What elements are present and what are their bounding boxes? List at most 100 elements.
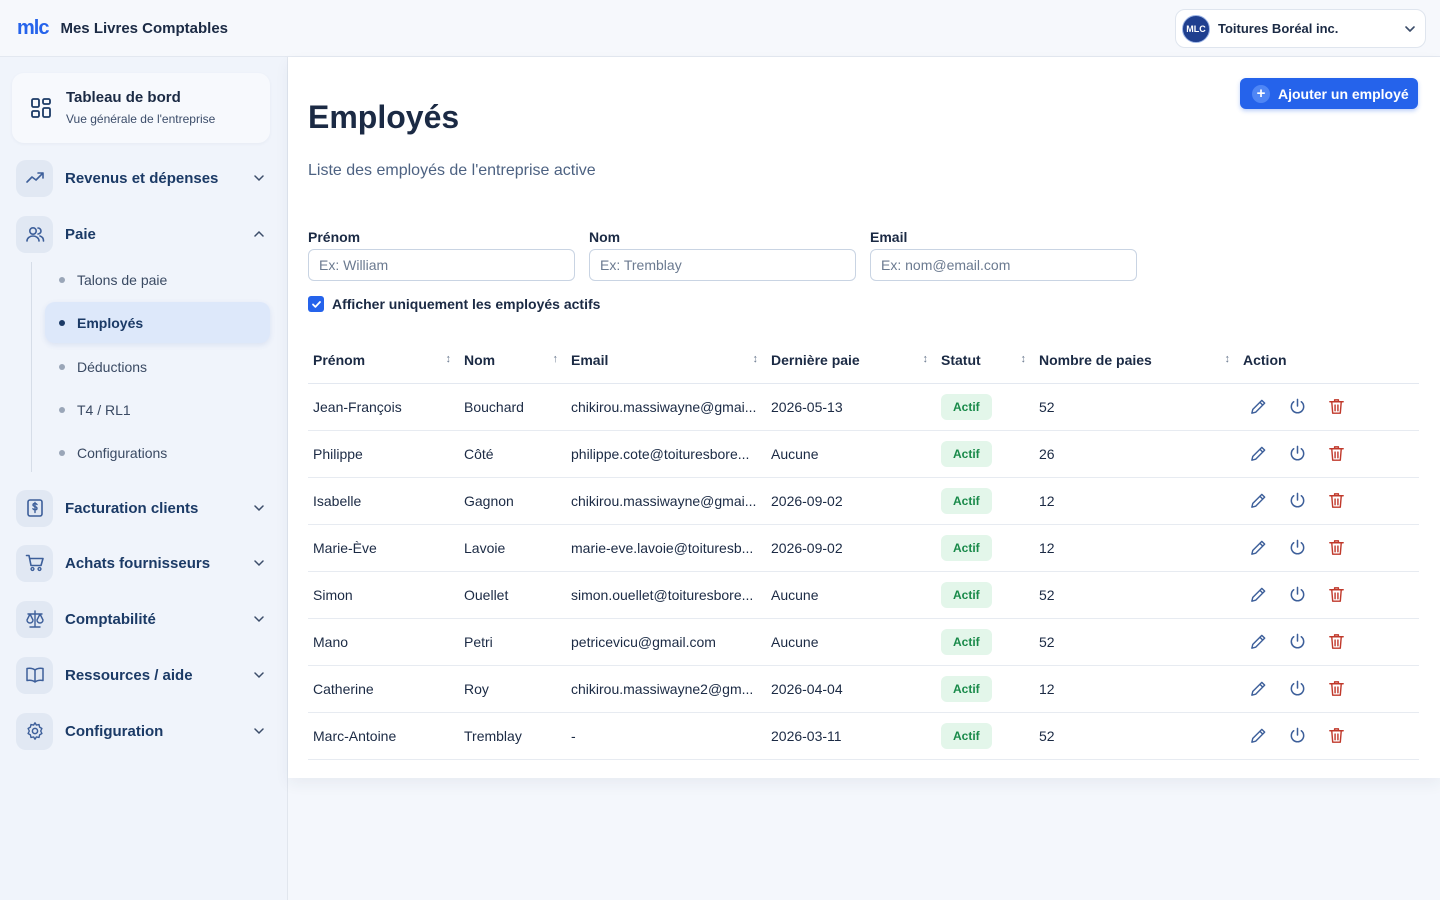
last-name-input[interactable] bbox=[589, 249, 856, 281]
edit-icon[interactable] bbox=[1249, 538, 1268, 557]
cell-statut: Actif bbox=[936, 571, 1034, 619]
brand[interactable]: mlc Mes Livres Comptables bbox=[17, 18, 228, 38]
edit-icon[interactable] bbox=[1249, 632, 1268, 651]
cell-nom: Lavoie bbox=[459, 524, 566, 572]
trash-icon[interactable] bbox=[1327, 538, 1346, 557]
col-header-email[interactable]: Email ↕ bbox=[566, 337, 766, 384]
sidebar-item-dashboard[interactable]: Tableau de bord Vue générale de l'entrep… bbox=[12, 73, 270, 143]
filter-label: Email bbox=[870, 229, 908, 245]
table-row[interactable]: Marie-Ève Lavoie marie-eve.lavoie@toitures… bbox=[308, 524, 1419, 572]
table-row[interactable]: Marc-Antoine Tremblay -2026-03-11 Actif 52 bbox=[308, 712, 1419, 760]
cell-nombre-paies: 12 bbox=[1034, 524, 1238, 572]
power-icon[interactable] bbox=[1288, 444, 1307, 463]
power-icon[interactable] bbox=[1288, 679, 1307, 698]
cell-prenom: Isabelle bbox=[308, 477, 459, 525]
chevron-down-icon bbox=[254, 560, 264, 567]
table-row[interactable]: Jean-François Bouchard chikirou.massiwayne… bbox=[308, 383, 1419, 431]
power-icon[interactable] bbox=[1288, 397, 1307, 416]
power-icon[interactable] bbox=[1288, 538, 1307, 557]
sidebar-item-configuration[interactable]: Configuration bbox=[16, 712, 272, 750]
trash-icon[interactable] bbox=[1327, 444, 1346, 463]
power-icon[interactable] bbox=[1288, 491, 1307, 510]
table-row[interactable]: Simon Ouellet simon.ouellet@toituresbore..… bbox=[308, 571, 1419, 619]
sidebar-item-comptabilite[interactable]: Comptabilité bbox=[16, 600, 272, 638]
check-icon bbox=[311, 300, 321, 308]
cell-email: petricevicu@gmail.com bbox=[566, 618, 766, 666]
edit-icon[interactable] bbox=[1249, 679, 1268, 698]
scale-icon bbox=[25, 610, 44, 628]
sidebar-item-label: Facturation clients bbox=[65, 499, 199, 517]
sidebar-item-paie[interactable]: Paie bbox=[16, 215, 272, 253]
company-selector[interactable]: MLC Toitures Boréal inc. bbox=[1175, 9, 1426, 48]
cell-actions bbox=[1238, 524, 1419, 572]
cell-nombre-paies: 12 bbox=[1034, 477, 1238, 525]
table-header-row: Prénom ↕ Nom ↑ Email ↕ Dernière paie ↕ Statu… bbox=[308, 337, 1419, 384]
edit-icon[interactable] bbox=[1249, 585, 1268, 604]
sidebar-item-employes[interactable]: Employés bbox=[45, 302, 270, 343]
edit-icon[interactable] bbox=[1249, 491, 1268, 510]
row-actions bbox=[1243, 585, 1419, 604]
sidebar-item-deductions[interactable]: Déductions bbox=[45, 346, 270, 387]
sidebar-item-label: Configurations bbox=[77, 444, 168, 461]
cell-nom: Gagnon bbox=[459, 477, 566, 525]
chevron-down-icon bbox=[254, 175, 264, 182]
col-header-nom[interactable]: Nom ↑ bbox=[459, 337, 566, 384]
table-row[interactable]: Catherine Roy chikirou.massiwayne2@gm... 20… bbox=[308, 665, 1419, 713]
active-only-checkbox[interactable] bbox=[308, 296, 324, 312]
cell-derniere-paie: 2026-09-02 bbox=[766, 524, 936, 572]
col-header-statut[interactable]: Statut ↕ bbox=[936, 337, 1034, 384]
sort-icon: ↕ bbox=[752, 353, 759, 365]
cell-nombre-paies: 52 bbox=[1034, 383, 1238, 431]
col-header-nombre-paies[interactable]: Nombre de paies ↕ bbox=[1034, 337, 1238, 384]
trash-icon[interactable] bbox=[1327, 679, 1346, 698]
col-header-prenom[interactable]: Prénom ↕ bbox=[308, 337, 459, 384]
sidebar-item-achats[interactable]: Achats fournisseurs bbox=[16, 544, 272, 582]
sidebar-item-t4-rl1[interactable]: T4 / RL1 bbox=[45, 389, 270, 430]
cell-email: chikirou.massiwayne@gmai... bbox=[566, 383, 766, 431]
col-header-action: Action bbox=[1238, 337, 1419, 384]
trash-icon[interactable] bbox=[1327, 397, 1346, 416]
table-row[interactable]: Isabelle Gagnon chikirou.massiwayne@gmai..… bbox=[308, 477, 1419, 525]
cell-derniere-paie: Aucune bbox=[766, 618, 936, 666]
row-actions bbox=[1243, 444, 1419, 463]
power-icon[interactable] bbox=[1288, 632, 1307, 651]
cell-nom: Côté bbox=[459, 430, 566, 478]
sidebar-item-revenus[interactable]: Revenus et dépenses bbox=[16, 159, 272, 197]
table-row[interactable]: Mano Petri petricevicu@gmail.com Aucune Acti… bbox=[308, 618, 1419, 666]
sidebar-item-ressources[interactable]: Ressources / aide bbox=[16, 656, 272, 694]
sidebar-item-label: Achats fournisseurs bbox=[65, 554, 211, 572]
email-input[interactable] bbox=[870, 249, 1137, 281]
sidebar-item-label: Employés bbox=[77, 314, 144, 331]
row-actions bbox=[1243, 679, 1419, 698]
trash-icon[interactable] bbox=[1327, 585, 1346, 604]
company-avatar: MLC bbox=[1182, 14, 1210, 43]
first-name-input[interactable] bbox=[308, 249, 575, 281]
cell-email: chikirou.massiwayne@gmai... bbox=[566, 477, 766, 525]
sidebar-item-label: Comptabilité bbox=[65, 610, 156, 628]
trash-icon[interactable] bbox=[1327, 726, 1346, 745]
status-badge: Actif bbox=[941, 393, 992, 420]
col-header-derniere-paie[interactable]: Dernière paie ↕ bbox=[766, 337, 936, 384]
trash-icon[interactable] bbox=[1327, 491, 1346, 510]
brand-logo: mlc bbox=[17, 17, 49, 39]
sort-icon: ↕ bbox=[445, 353, 452, 365]
cell-actions bbox=[1238, 477, 1419, 525]
sidebar-item-talons[interactable]: Talons de paie bbox=[45, 259, 270, 300]
trash-icon[interactable] bbox=[1327, 632, 1346, 651]
edit-icon[interactable] bbox=[1249, 726, 1268, 745]
cell-actions bbox=[1238, 430, 1419, 478]
edit-icon[interactable] bbox=[1249, 444, 1268, 463]
edit-icon[interactable] bbox=[1249, 397, 1268, 416]
cell-nom: Ouellet bbox=[459, 571, 566, 619]
cell-nombre-paies: 52 bbox=[1034, 712, 1238, 760]
sidebar-item-configurations[interactable]: Configurations bbox=[45, 432, 270, 473]
power-icon[interactable] bbox=[1288, 585, 1307, 604]
sidebar-item-facturation[interactable]: Facturation clients bbox=[16, 489, 272, 527]
filter-label: Nom bbox=[589, 229, 621, 245]
add-employee-button[interactable]: + Ajouter un employé bbox=[1240, 78, 1418, 109]
sidebar-item-label: Talons de paie bbox=[77, 271, 168, 288]
active-only-toggle[interactable]: Afficher uniquement les employés actifs bbox=[308, 296, 600, 312]
sidebar-item-label: Déductions bbox=[77, 358, 148, 375]
table-row[interactable]: Philippe Côté philippe.cote@toituresbore..… bbox=[308, 430, 1419, 478]
power-icon[interactable] bbox=[1288, 726, 1307, 745]
